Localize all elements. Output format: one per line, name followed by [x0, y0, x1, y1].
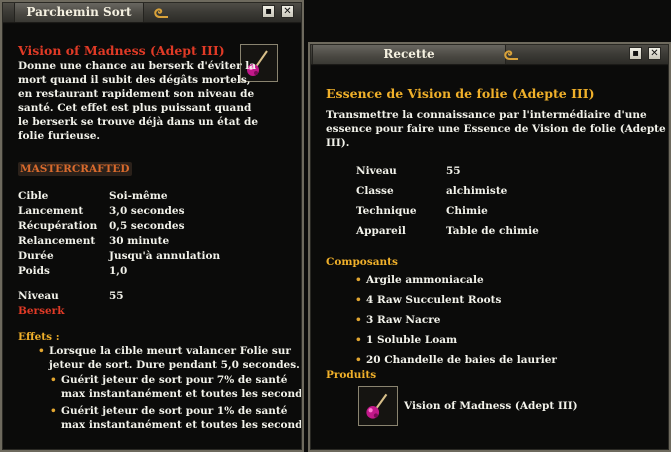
- bullet-icon: •: [50, 405, 57, 417]
- recipe-name: Essence de Vision de folie (Adepte III): [326, 86, 595, 101]
- stat-value: Table de chimie: [446, 225, 539, 237]
- effect-line: jeteur de sort. Dure pendant 5,0 seconde…: [49, 359, 300, 371]
- stat-value: 0,5 secondes: [109, 220, 185, 232]
- stat-value: Soi-même: [109, 190, 168, 202]
- description-line: en restaurant rapidement son niveau de: [18, 88, 255, 100]
- product-icon-slot[interactable]: [358, 386, 398, 426]
- stat-label: Poids: [18, 265, 50, 277]
- component-item[interactable]: 4 Raw Succulent Roots: [366, 293, 501, 307]
- spell-scroll-window: Parchemin Sort ▪ ✕ Vision of Madness (Ad…: [0, 0, 304, 452]
- product-name[interactable]: Vision of Madness (Adept III): [404, 399, 578, 413]
- stat-value: 3,0 secondes: [109, 205, 185, 217]
- stat-value: 1,0: [109, 265, 128, 277]
- recipe-window-close-button[interactable]: ✕: [648, 47, 661, 60]
- effects-label: Effets :: [18, 331, 60, 343]
- stat-label: Relancement: [18, 235, 96, 247]
- effect-sub-line: Guérit jeteur de sort pour 7% de santé: [61, 374, 288, 386]
- stat-value: 55: [446, 165, 461, 177]
- class-name: Berserk: [18, 305, 65, 317]
- bullet-icon: •: [50, 374, 57, 386]
- stat-label: Récupération: [18, 220, 98, 232]
- description-line: santé. Cet effet est plus puissant quand: [18, 102, 252, 114]
- stat-label: Appareil: [356, 225, 406, 237]
- description-line: Donne une chance au berserk d'éviter la: [18, 60, 257, 72]
- description-line: III).: [326, 137, 350, 149]
- spell-window-close-button[interactable]: ✕: [281, 5, 294, 18]
- spell-name: Vision of Madness (Adept III): [18, 43, 225, 58]
- component-item[interactable]: Argile ammoniacale: [366, 273, 484, 287]
- mastercrafted-badge: MASTERCRAFTED: [18, 162, 132, 176]
- spell-window-content: Vision of Madness (Adept III) Donne une …: [3, 24, 301, 449]
- stat-value: alchimiste: [446, 185, 508, 197]
- level-label: Niveau: [18, 290, 59, 302]
- magic-staff-icon: [366, 393, 388, 419]
- bullet-icon: •: [38, 345, 45, 357]
- effect-sub-line: max instantanément et toutes les seconde…: [61, 388, 301, 400]
- stat-label: Durée: [18, 250, 54, 262]
- recipe-window-title: Recette: [312, 43, 506, 64]
- stat-value: 30 minute: [109, 235, 170, 247]
- recipe-window-minimize-button[interactable]: ▪: [629, 47, 642, 60]
- component-item[interactable]: 1 Soluble Loam: [366, 333, 457, 347]
- products-label: Produits: [326, 369, 377, 381]
- components-label: Composants: [326, 256, 398, 268]
- stat-label: Cible: [18, 190, 49, 202]
- description-line: essence pour faire une Essence de Vision…: [326, 123, 666, 135]
- stat-value: Jusqu'à annulation: [109, 250, 221, 262]
- level-value: 55: [109, 290, 124, 302]
- description-line: folie furieuse.: [18, 130, 101, 142]
- bullet-icon: •: [355, 314, 362, 326]
- description-line: Transmettre la connaissance par l'interm…: [326, 109, 647, 121]
- recipe-window: Recette ▪ ✕ Essence de Vision de folie (…: [308, 42, 671, 452]
- stat-label: Technique: [356, 205, 417, 217]
- curl-ornament-icon: [504, 50, 518, 60]
- stat-label: Lancement: [18, 205, 84, 217]
- stat-value: Chimie: [446, 205, 488, 217]
- stat-label: Niveau: [356, 165, 397, 177]
- bullet-icon: •: [355, 274, 362, 286]
- spell-window-minimize-button[interactable]: ▪: [262, 5, 275, 18]
- effect-sub-line: Guérit jeteur de sort pour 1% de santé: [61, 405, 288, 417]
- recipe-window-content: Essence de Vision de folie (Adepte III) …: [311, 66, 668, 449]
- effect-sub-line: max instantanément et toutes les seconde…: [61, 419, 301, 431]
- component-item[interactable]: 20 Chandelle de baies de laurier: [366, 353, 557, 367]
- effect-line: Lorsque la cible meurt valancer Folie su…: [49, 345, 291, 357]
- curl-ornament-icon: [154, 8, 168, 18]
- spell-window-title: Parchemin Sort: [14, 1, 144, 22]
- component-item[interactable]: 3 Raw Nacre: [366, 313, 440, 327]
- bullet-icon: •: [355, 334, 362, 346]
- description-line: le berserk se trouve déjà dans un état d…: [18, 116, 259, 128]
- description-line: mort quand il subit des dégâts mortels,: [18, 74, 251, 86]
- bullet-icon: •: [355, 294, 362, 306]
- bullet-icon: •: [355, 354, 362, 366]
- stat-label: Classe: [356, 185, 394, 197]
